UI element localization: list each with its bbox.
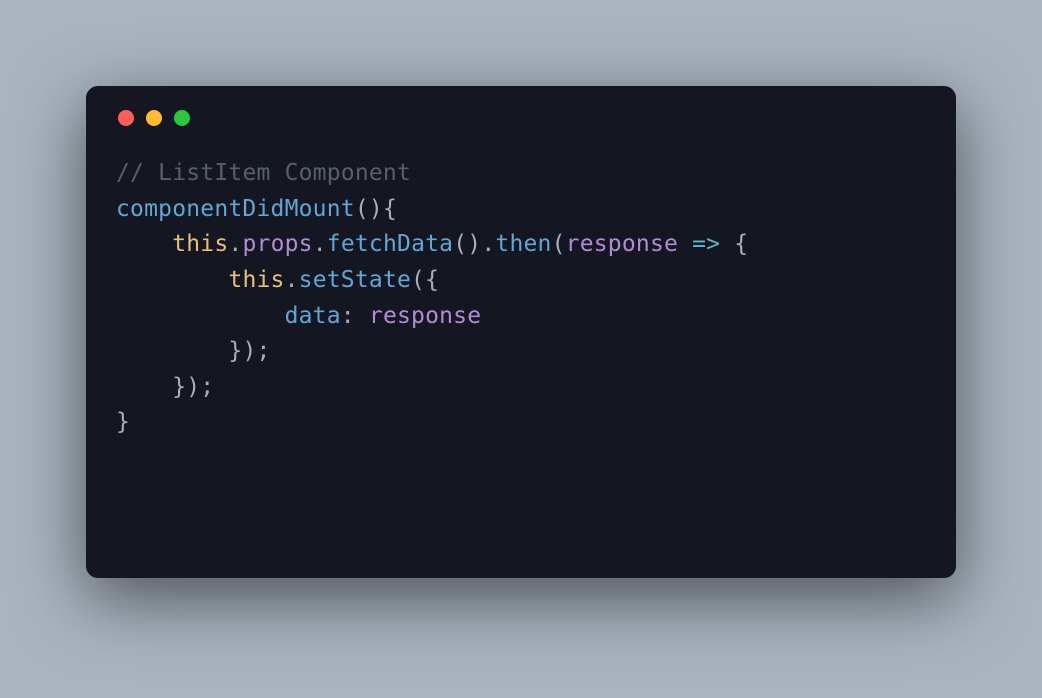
punct: ( [411, 267, 425, 293]
space [720, 231, 734, 257]
code-window: // ListItem Component componentDidMount(… [86, 86, 956, 578]
punct: }); [228, 338, 270, 364]
punct: { [383, 196, 397, 222]
ident: setState [299, 267, 411, 293]
kw-this: this [172, 231, 228, 257]
code-comment: // ListItem Component [116, 160, 411, 186]
punct: . [285, 267, 299, 293]
kw-this: this [228, 267, 284, 293]
ident: then [495, 231, 551, 257]
punct: ( [552, 231, 566, 257]
indent [116, 231, 172, 257]
indent [116, 303, 285, 329]
indent [116, 267, 228, 293]
space [678, 231, 692, 257]
punct: } [116, 409, 130, 435]
window-controls [116, 108, 926, 126]
method-name: componentDidMount [116, 196, 355, 222]
ident: props [242, 231, 312, 257]
zoom-icon[interactable] [174, 110, 190, 126]
ident: response [369, 303, 481, 329]
indent [116, 338, 228, 364]
close-icon[interactable] [118, 110, 134, 126]
ident: fetchData [327, 231, 453, 257]
punct: ( [355, 196, 369, 222]
punct: : [341, 303, 369, 329]
punct: { [734, 231, 748, 257]
code-block: // ListItem Component componentDidMount(… [116, 156, 926, 441]
indent [116, 374, 172, 400]
punct: () [453, 231, 481, 257]
param: response [566, 231, 678, 257]
punct: . [481, 231, 495, 257]
punct: . [313, 231, 327, 257]
punct: }); [172, 374, 214, 400]
punct: { [425, 267, 439, 293]
arrow: => [692, 231, 720, 257]
punct: ) [369, 196, 383, 222]
prop-key: data [285, 303, 341, 329]
punct: . [228, 231, 242, 257]
minimize-icon[interactable] [146, 110, 162, 126]
